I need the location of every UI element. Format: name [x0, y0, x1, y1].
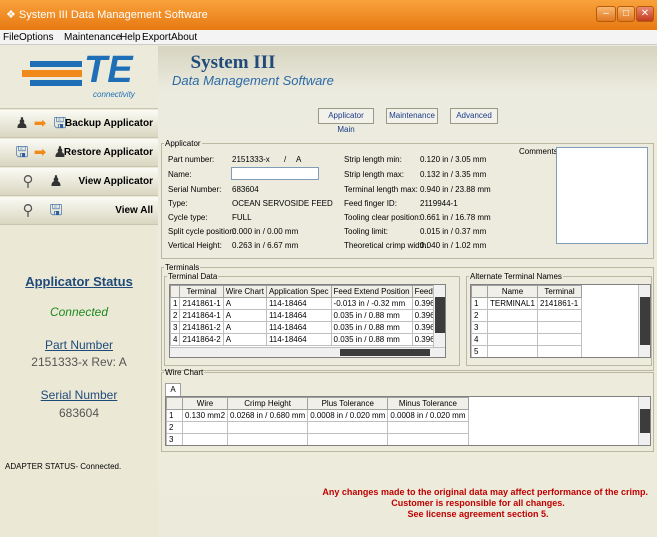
te-logo: TE connectivity [0, 46, 158, 109]
applicator-main-button[interactable]: Applicator Main [318, 108, 374, 134]
arrow-right-icon: ➡ [33, 144, 47, 161]
close-button[interactable]: ✕ [636, 6, 654, 22]
vertical-height-field: 0.263 in / 6.67 mm [232, 241, 299, 250]
column-header[interactable]: Wire Chart [222, 285, 267, 298]
revision-field: A [296, 155, 302, 164]
table-row[interactable]: 5 [471, 345, 582, 357]
column-header[interactable]: Name [487, 285, 538, 298]
menu-help[interactable]: Help [120, 31, 141, 44]
app-subheading: Data Management Software [172, 73, 334, 88]
app-heading: System III [190, 52, 276, 73]
comments-textarea[interactable] [556, 147, 648, 244]
window-title: ❖ System III Data Management Software [6, 9, 208, 21]
column-header[interactable]: Wire [181, 397, 229, 410]
logo-tagline: connectivity [93, 90, 135, 99]
connection-status: Connected [49, 305, 109, 319]
table-row[interactable]: 2 [471, 309, 582, 322]
part-number-value: 2151333-x Rev: A [31, 355, 127, 369]
view-all-button[interactable]: ⚲ 🖫 View All [0, 197, 158, 225]
minimize-button[interactable]: – [596, 6, 616, 22]
part-number-title: Part Number [44, 338, 114, 352]
split-cycle-field: 0.000 in / 0.00 mm [232, 227, 299, 236]
column-header[interactable]: Terminal [537, 285, 582, 298]
table-row[interactable]: 1 2141861-1 A 114-18464 -0.013 in / -0.32 mm… [170, 297, 445, 310]
maximize-button[interactable]: □ [617, 6, 635, 22]
title-bar[interactable]: ❖ System III Data Management Software – □… [0, 0, 657, 30]
menu-bar: File Options Maintenance Help Export Abo… [0, 30, 657, 45]
tooling-limit-field: 0.015 in / 0.37 mm [420, 227, 487, 236]
column-header[interactable]: Plus Tolerance [307, 397, 389, 410]
strip-min-field: 0.120 in / 3.05 mm [420, 155, 487, 164]
table-row[interactable]: 1 TERMINAL1 2141861-1 [471, 297, 582, 310]
type-field: OCEAN SERVOSIDE FEED [232, 199, 333, 208]
serial-number-field: 683604 [232, 185, 259, 194]
column-header[interactable]: Minus Tolerance [387, 397, 469, 410]
advanced-button[interactable]: Advanced [450, 108, 498, 124]
menu-options[interactable]: Options [19, 31, 53, 44]
adapter-status: ADAPTER STATUS- Connected. [5, 462, 122, 471]
table-row[interactable]: 4 [471, 333, 582, 346]
terminal-grid-hscrollbar[interactable] [170, 347, 445, 357]
strip-max-field: 0.132 in / 3.35 mm [420, 170, 487, 179]
wire-chart-tab-a[interactable]: A [165, 383, 181, 396]
warning-message: Any changes made to the original data ma… [322, 487, 648, 519]
terminal-data-grid[interactable]: Terminal Wire Chart Application Spec Fee… [169, 284, 446, 358]
table-row[interactable]: 3 2141861-2 A 114-18464 0.035 in / 0.88 mm 0.… [170, 321, 445, 334]
menu-export[interactable]: Export [142, 31, 171, 44]
application-window: ❖ System III Data Management Software – □… [0, 0, 657, 537]
table-row[interactable]: 4 2141864-2 A 114-18464 0.035 in / 0.88 mm 0.… [170, 333, 445, 346]
maintenance-button[interactable]: Maintenance [386, 108, 438, 124]
table-row[interactable]: 3 [471, 321, 582, 334]
serial-number-title: Serial Number [40, 388, 118, 402]
wire-chart-grid[interactable]: Wire Crimp Height Plus Tolerance Minus T… [165, 396, 651, 446]
column-header[interactable]: Terminal [179, 285, 224, 298]
alternate-names-grid[interactable]: Name Terminal 1 TERMINAL1 2141861-1 2 3 4 … [470, 284, 651, 358]
wire-chart-vscrollbar[interactable] [638, 397, 650, 445]
column-header[interactable]: Crimp Height [227, 397, 309, 410]
table-row[interactable]: 3 [166, 433, 469, 445]
floppy-disk-icon: 🖫 [49, 202, 63, 219]
floppy-disk-icon: 🖫 [15, 144, 29, 161]
backup-applicator-button[interactable]: ♟ ➡ 🖫 Backup Applicator [0, 110, 158, 138]
part-number-field: 2151333-x [232, 155, 270, 164]
feed-finger-field: 2119944-1 [420, 199, 458, 208]
menu-maintenance[interactable]: Maintenance [64, 31, 121, 44]
alternate-grid-vscrollbar[interactable] [638, 285, 650, 357]
terminal-length-field: 0.940 in / 23.88 mm [420, 185, 491, 194]
view-applicator-button[interactable]: ⚲ ♟ View Applicator [0, 168, 158, 196]
tooling-clear-field: 0.661 in / 16.78 mm [420, 213, 491, 222]
serial-number-value: 683604 [58, 406, 100, 420]
name-input[interactable] [231, 167, 319, 180]
table-row[interactable]: 2 [166, 421, 469, 434]
logo-text: TE [84, 49, 133, 91]
magnifier-icon: ⚲ [22, 173, 34, 190]
table-row[interactable]: 1 0.130 mm2 0.0268 in / 0.680 mm 0.0008 in … [166, 409, 469, 422]
applicator-status-title: Applicator Status [25, 274, 133, 289]
applicator-icon: ♟ [49, 173, 63, 190]
table-row[interactable]: 2 2141864-1 A 114-18464 0.035 in / 0.88 mm 0.… [170, 309, 445, 322]
cycle-type-field: FULL [232, 213, 252, 222]
restore-applicator-button[interactable]: 🖫 ➡ ♟ Restore Applicator [0, 139, 158, 167]
crimp-width-field: 0.040 in / 1.02 mm [420, 241, 487, 250]
magnifier-icon: ⚲ [22, 202, 34, 219]
app-icon: ❖ [6, 9, 16, 21]
terminal-grid-vscrollbar[interactable] [433, 285, 445, 347]
menu-about[interactable]: About [171, 31, 197, 44]
column-header[interactable]: Application Spec [265, 285, 332, 298]
menu-file[interactable]: File [3, 31, 19, 44]
column-header[interactable]: Feed Extend Position [330, 285, 413, 298]
arrow-right-icon: ➡ [33, 115, 47, 132]
applicator-icon: ♟ [15, 115, 29, 132]
